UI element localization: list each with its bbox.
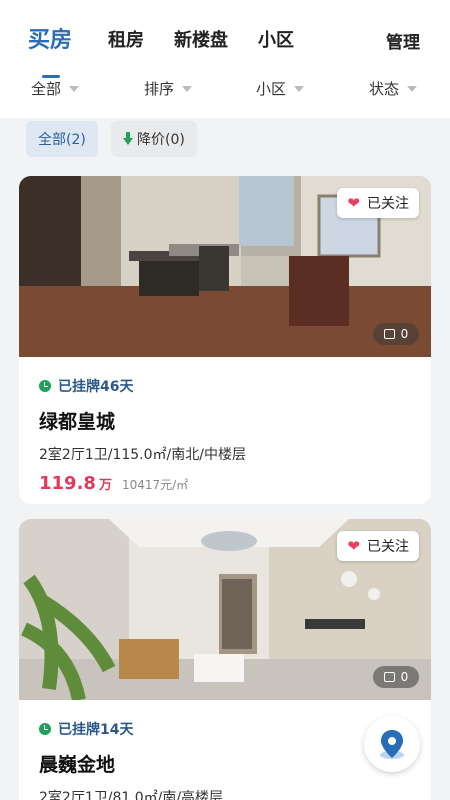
tab-community[interactable]: 小区	[258, 26, 294, 52]
caret-down-icon	[182, 85, 193, 92]
clock-icon	[39, 723, 51, 735]
filter-sort[interactable]: 排序	[144, 78, 193, 99]
listing-card[interactable]: ❤ 已关注 0 已挂牌46天 绿都皇城 2室2厅1卫/115.0㎡/南北/中楼层…	[19, 176, 431, 504]
tab-rent[interactable]: 租房	[108, 26, 144, 52]
listing-photo[interactable]: ❤ 已关注 0	[19, 176, 431, 357]
filter-all[interactable]: 全部	[31, 78, 80, 99]
price-row: 119.8 万 10417元/㎡	[39, 473, 246, 494]
listing-name: 晨巍金地	[39, 754, 116, 776]
follow-label: 已关注	[367, 196, 409, 212]
heart-icon: ❤	[347, 537, 360, 555]
chip-all[interactable]: 全部(2)	[26, 121, 98, 157]
filter-label: 排序	[144, 80, 175, 98]
filter-status[interactable]: 状态	[369, 78, 418, 99]
listing-info: 已挂牌14天 晨巍金地 2室2厅1卫/81.0㎡/南/高楼层	[39, 719, 223, 800]
caret-down-icon	[294, 85, 305, 92]
filter-label: 状态	[369, 80, 400, 98]
image-icon	[383, 672, 395, 682]
image-count-badge: 0	[373, 323, 419, 345]
manage-button[interactable]: 管理	[386, 28, 420, 53]
listing-photo[interactable]: ❤ 已关注 0	[19, 519, 431, 700]
listed-duration: 已挂牌14天	[39, 719, 223, 739]
caret-down-icon	[407, 85, 418, 92]
follow-badge[interactable]: ❤ 已关注	[337, 188, 419, 218]
filter-community[interactable]: 小区	[256, 78, 305, 99]
listing-spec: 2室2厅1卫/81.0㎡/南/高楼层	[39, 790, 224, 800]
filter-bar: 全部 排序 小区 状态	[0, 72, 450, 104]
caret-down-icon	[69, 85, 80, 92]
listing-info: 已挂牌46天 绿都皇城 2室2厅1卫/115.0㎡/南北/中楼层 119.8 万…	[39, 376, 246, 494]
chip-price-drop[interactable]: 降价(0)	[111, 121, 197, 157]
listed-text: 已挂牌14天	[58, 722, 134, 738]
nav-tabs: 买房 租房 新楼盘 小区 管理	[0, 18, 450, 78]
total-price: 119.8	[39, 473, 96, 494]
image-icon	[383, 329, 395, 339]
listed-text: 已挂牌46天	[58, 379, 134, 395]
unit-price: 10417元/㎡	[121, 478, 189, 492]
price-down-icon	[123, 132, 133, 146]
image-count: 0	[400, 327, 409, 341]
listing-name: 绿都皇城	[39, 411, 116, 433]
filter-label: 全部	[31, 80, 62, 98]
clock-icon	[39, 380, 51, 392]
filter-label: 小区	[256, 80, 287, 98]
quick-filter-chips: 全部(2) 降价(0)	[0, 118, 450, 162]
map-button[interactable]	[364, 716, 420, 772]
price-unit: 万	[98, 478, 112, 493]
image-count-badge: 0	[373, 666, 419, 688]
header: 买房 租房 新楼盘 小区 管理 全部 排序 小区 状态	[0, 0, 450, 118]
listed-duration: 已挂牌46天	[39, 376, 246, 396]
heart-icon: ❤	[347, 194, 360, 212]
chip-label: 降价(0)	[137, 132, 185, 148]
follow-badge[interactable]: ❤ 已关注	[337, 531, 419, 561]
tab-new-homes[interactable]: 新楼盘	[174, 26, 228, 52]
image-count: 0	[400, 670, 409, 684]
tab-buy[interactable]: 买房	[28, 22, 72, 54]
follow-label: 已关注	[367, 539, 409, 555]
map-pin-icon	[380, 730, 404, 759]
listing-spec: 2室2厅1卫/115.0㎡/南北/中楼层	[39, 447, 246, 463]
